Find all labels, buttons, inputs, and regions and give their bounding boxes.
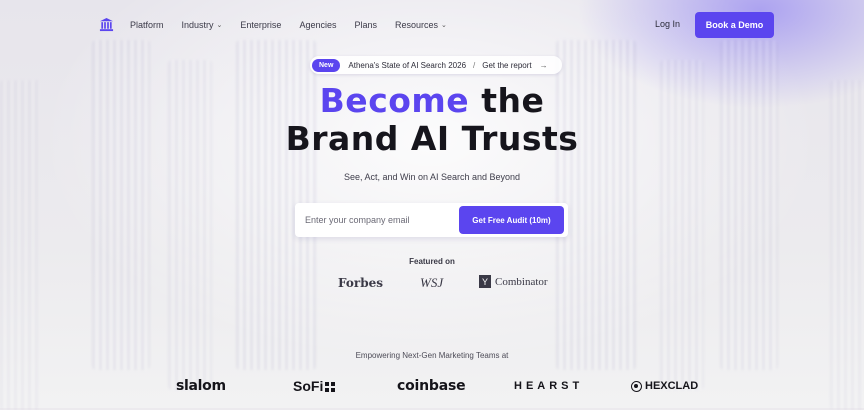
announcement-text: Athena's State of AI Search 2026 [348,60,467,70]
nav-link-label: Resources [394,20,439,30]
hero-title-line1: Become the [0,82,864,120]
nav-link-label: Industry [181,20,214,30]
sofi-logo: SoFi [293,378,336,394]
slalom-logo: slalom [176,378,226,394]
ycombinator-mark: Y [479,275,491,288]
audit-form: Get Free Audit (10m) [295,203,568,237]
email-field[interactable] [305,212,450,228]
hero-title-rest: the [469,81,545,120]
nav-link-label: Plans [354,20,377,30]
announcement-separator: / [473,60,476,70]
announcement-cta: Get the report [482,60,532,70]
hexclad-mark-icon [631,380,642,392]
new-badge: New [312,58,341,72]
hexclad-wordmark: HEXCLAD [645,380,699,392]
hero-title: Become the Brand AI Trusts [0,82,864,158]
wsj-logo: WSJ [420,275,444,290]
featured-logos: Forbes WSJ Y Combinator [0,274,864,294]
forbes-logo: Forbes [338,276,383,290]
customers-label: Empowering Next-Gen Marketing Teams at [355,351,509,360]
sofi-wordmark: SoFi [293,378,324,394]
hero-title-accent: Become [319,81,470,120]
top-navigation: Platform Industry ⌄ Enterprise Agencies … [0,12,864,38]
get-free-audit-button[interactable]: Get Free Audit (10m) [459,206,564,234]
hexclad-logo: HEXCLAD [631,380,698,392]
announcement-pill[interactable]: New Athena's State of AI Search 2026 / G… [310,56,562,74]
book-demo-button[interactable]: Book a Demo [695,12,774,38]
featured-label: Featured on [409,257,455,266]
nav-link-industry[interactable]: Industry ⌄ [182,20,223,30]
nav-link-resources[interactable]: Resources ⌄ [395,20,447,30]
nav-link-label: Platform [130,20,164,30]
classical-building-icon[interactable] [99,17,114,32]
hearst-logo: HEARST [514,380,584,392]
ycombinator-logo: Y Combinator [479,275,548,288]
coinbase-logo: coinbase [397,378,466,394]
chevron-down-icon: ⌄ [216,22,223,29]
nav-link-plans[interactable]: Plans [354,20,377,30]
customer-logos: slalom SoFi coinbase HEARST HEXCLAD [0,378,864,400]
nav-link-label: Enterprise [240,20,282,30]
sofi-mark-icon [325,382,336,392]
login-link[interactable]: Log In [655,19,680,29]
ycombinator-wordmark: Combinator [495,275,548,288]
nav-link-label: Agencies [299,20,337,30]
nav-link-agencies[interactable]: Agencies [299,20,336,30]
nav-links: Platform Industry ⌄ Enterprise Agencies … [130,12,465,38]
hero-subtitle: See, Act, and Win on AI Search and Beyon… [343,172,521,182]
nav-link-enterprise[interactable]: Enterprise [240,20,281,30]
hero-title-line2: Brand AI Trusts [285,119,579,158]
chevron-down-icon: ⌄ [441,22,447,29]
nav-link-platform[interactable]: Platform [130,20,164,30]
arrow-right-icon: → [539,60,548,70]
